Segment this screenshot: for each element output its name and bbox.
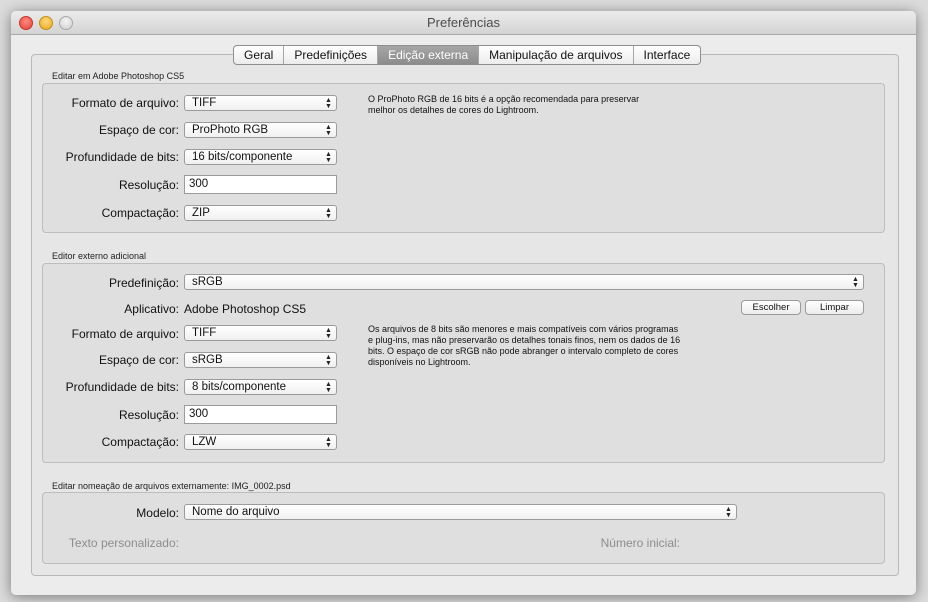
tab-predefinicoes[interactable]: Predefinições xyxy=(283,46,377,64)
ps-color-space-label: Espaço de cor: xyxy=(98,123,179,137)
stepper-arrows-icon: ▲ ▼ xyxy=(325,327,332,340)
ae-bit-depth-select[interactable]: 8 bits/componente ▲ ▼ xyxy=(184,379,337,395)
ae-bit-depth-label: Profundidade de bits: xyxy=(65,380,179,394)
ae-color-space-value: sRGB xyxy=(192,354,223,366)
ae-compression-select[interactable]: LZW ▲ ▼ xyxy=(184,434,337,450)
ae-compression-label: Compactação: xyxy=(101,435,179,449)
template-select[interactable]: Nome do arquivo ▲ ▼ xyxy=(184,504,737,520)
stepper-arrows-icon: ▲ ▼ xyxy=(325,151,332,164)
title-bar: Preferências xyxy=(11,11,916,35)
ae-color-space-select[interactable]: sRGB ▲ ▼ xyxy=(184,352,337,368)
preset-label: Predefinição: xyxy=(108,276,179,290)
tab-bar: Geral Predefinições Edição externa Manip… xyxy=(233,45,702,65)
ps-compression-select[interactable]: ZIP ▲ ▼ xyxy=(184,205,337,221)
custom-text-label: Texto personalizado: xyxy=(68,536,179,550)
stepper-arrows-icon: ▲ ▼ xyxy=(852,276,859,289)
window-title: Preferências xyxy=(427,15,500,30)
ae-file-format-select[interactable]: TIFF ▲ ▼ xyxy=(184,325,337,341)
stepper-arrows-icon: ▲ ▼ xyxy=(325,97,332,110)
stepper-arrows-icon: ▲ ▼ xyxy=(325,354,332,367)
ps-compression-label: Compactação: xyxy=(101,206,179,220)
ps-bit-depth-value: 16 bits/componente xyxy=(192,151,293,163)
additional-editor-heading: Editor externo adicional xyxy=(52,251,147,261)
template-label: Modelo: xyxy=(136,506,179,520)
tab-geral[interactable]: Geral xyxy=(234,46,283,64)
ae-resolution-label: Resolução: xyxy=(118,408,179,422)
stepper-arrows-icon: ▲ ▼ xyxy=(325,381,332,394)
clear-button[interactable]: Limpar xyxy=(805,300,864,315)
photoshop-section-heading: Editar em Adobe Photoshop CS5 xyxy=(52,71,185,81)
ae-color-space-label: Espaço de cor: xyxy=(98,353,179,367)
choose-button[interactable]: Escolher xyxy=(741,300,801,315)
ps-resolution-input[interactable]: 300 xyxy=(184,175,337,194)
ae-compression-value: LZW xyxy=(192,436,217,448)
ps-compression-value: ZIP xyxy=(192,207,210,219)
ae-bit-depth-value: 8 bits/componente xyxy=(192,381,286,393)
ps-color-space-value: ProPhoto RGB xyxy=(192,124,269,136)
application-value: Adobe Photoshop CS5 xyxy=(184,302,307,316)
ps-file-format-label: Formato de arquivo: xyxy=(71,96,179,110)
template-value: Nome do arquivo xyxy=(192,506,280,518)
naming-section-heading: Editar nomeação de arquivos externamente… xyxy=(52,481,291,491)
ps-recommendation-note: O ProPhoto RGB de 16 bits é a opção reco… xyxy=(368,94,640,115)
tab-interface[interactable]: Interface xyxy=(632,46,701,64)
naming-group xyxy=(42,492,885,564)
tab-edicao-externa[interactable]: Edição externa xyxy=(377,46,479,64)
preset-select[interactable]: sRGB ▲ ▼ xyxy=(184,274,864,290)
ps-color-space-select[interactable]: ProPhoto RGB ▲ ▼ xyxy=(184,122,337,138)
ae-info-note: Os arquivos de 8 bits são menores e mais… xyxy=(368,324,681,367)
ps-resolution-label: Resolução: xyxy=(118,178,179,192)
tab-manipulacao-arquivos[interactable]: Manipulação de arquivos xyxy=(478,46,632,64)
ps-bit-depth-label: Profundidade de bits: xyxy=(65,150,179,164)
start-number-label: Número inicial: xyxy=(600,536,680,550)
preferences-window: Preferências Geral Predefinições Edição … xyxy=(11,11,916,595)
ps-file-format-value: TIFF xyxy=(192,97,217,109)
ps-file-format-select[interactable]: TIFF ▲ ▼ xyxy=(184,95,337,111)
ae-resolution-input[interactable]: 300 xyxy=(184,405,337,424)
stepper-arrows-icon: ▲ ▼ xyxy=(325,124,332,137)
stepper-arrows-icon: ▲ ▼ xyxy=(325,436,332,449)
ae-file-format-label: Formato de arquivo: xyxy=(71,327,179,341)
stepper-arrows-icon: ▲ ▼ xyxy=(325,207,332,220)
preset-value: sRGB xyxy=(192,276,223,288)
ae-file-format-value: TIFF xyxy=(192,327,217,339)
application-label: Aplicativo: xyxy=(124,302,179,316)
stepper-arrows-icon: ▲ ▼ xyxy=(725,506,732,519)
ps-bit-depth-select[interactable]: 16 bits/componente ▲ ▼ xyxy=(184,149,337,165)
